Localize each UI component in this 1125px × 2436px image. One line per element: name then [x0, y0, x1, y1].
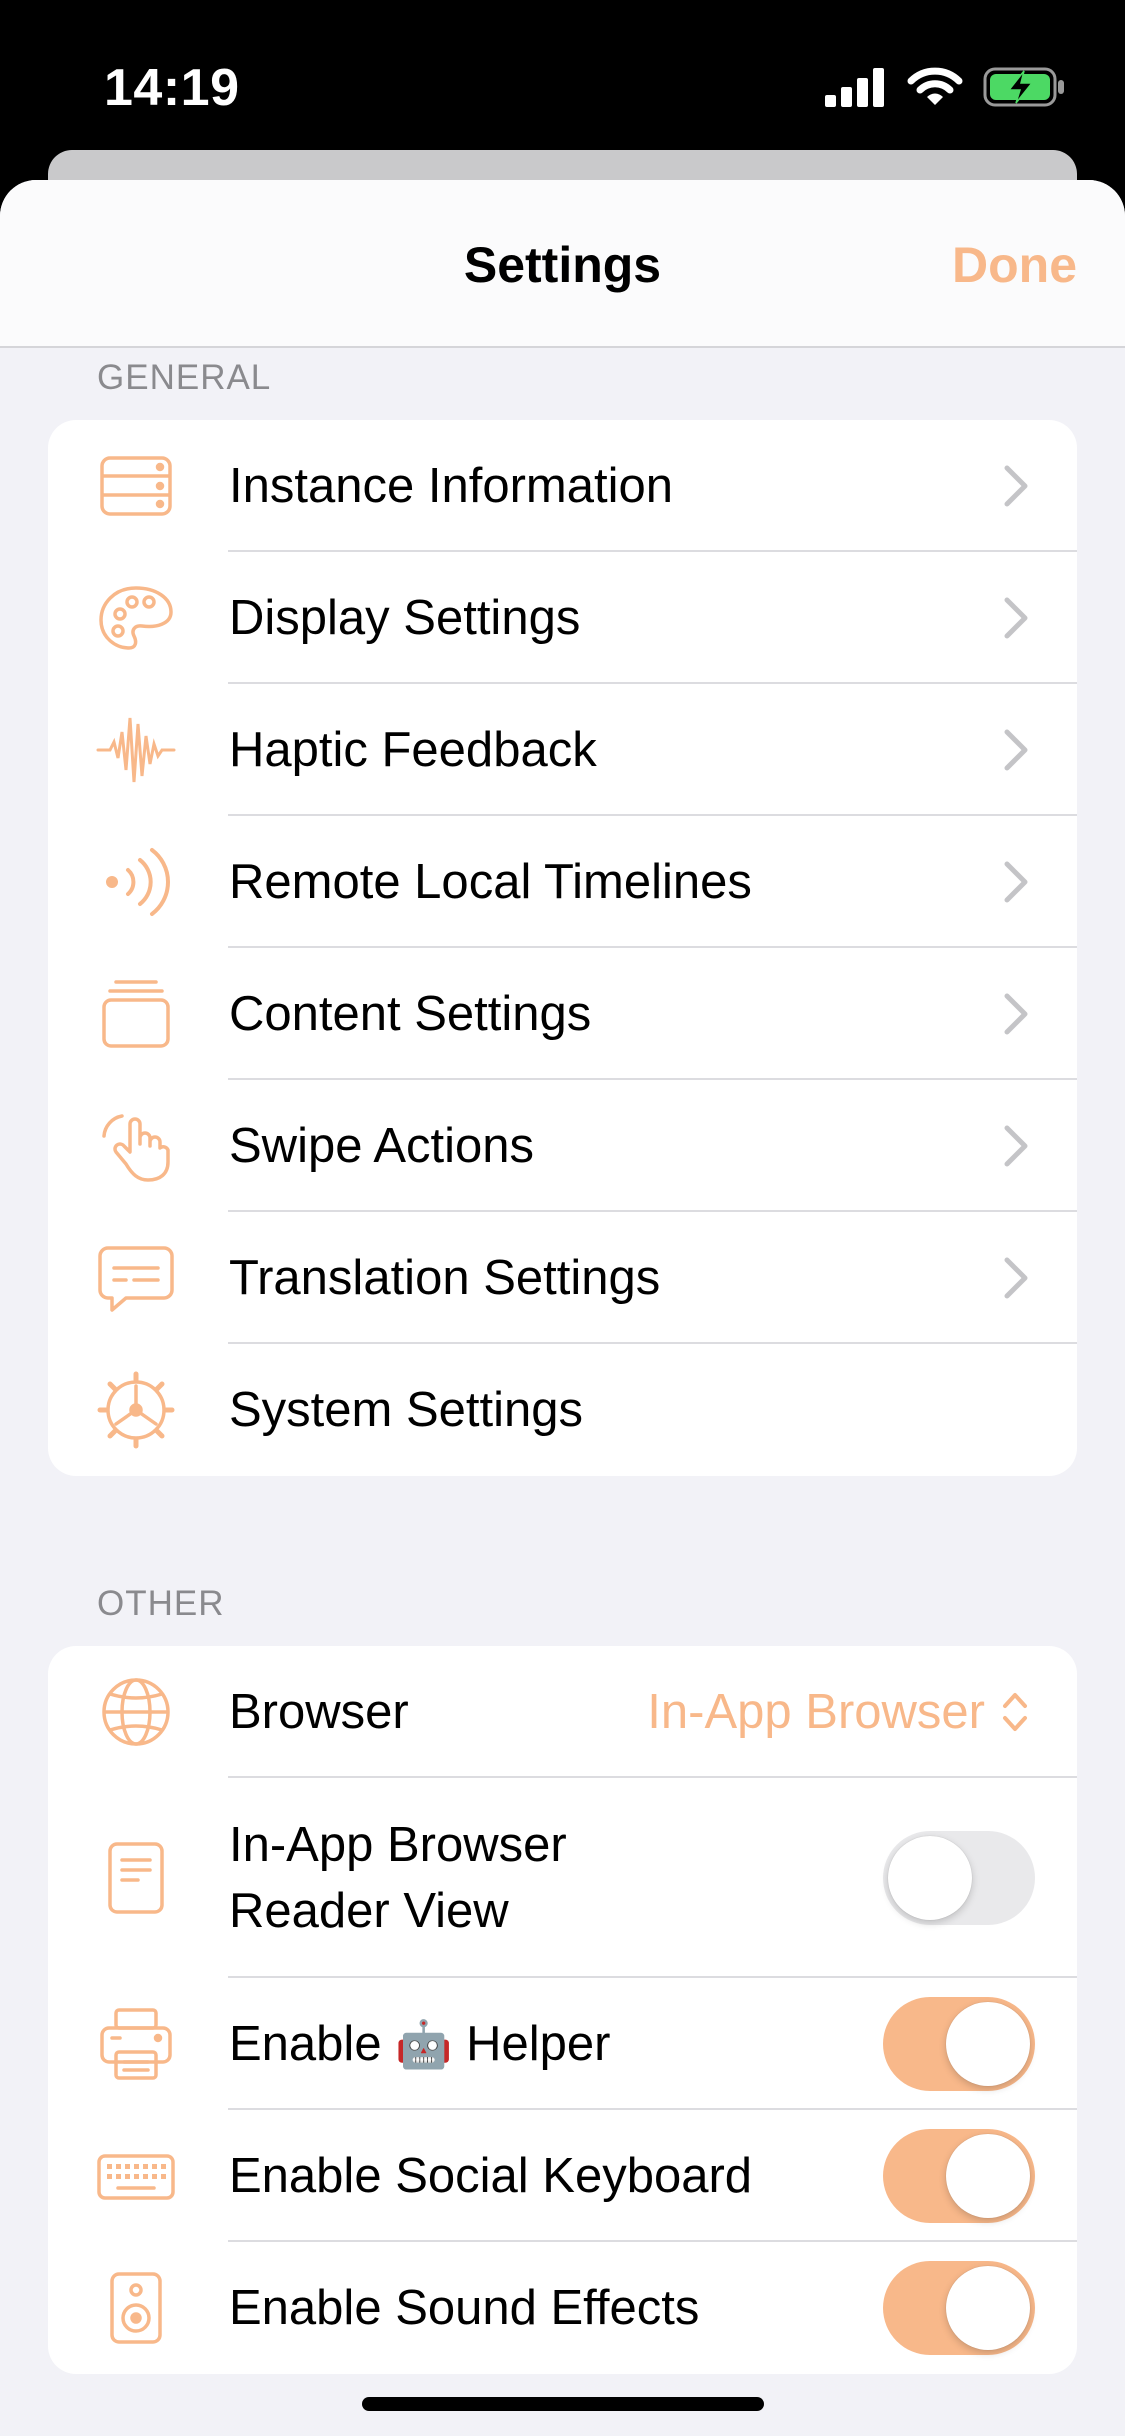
row-label: Haptic Feedback [229, 723, 597, 777]
gear-icon [97, 1371, 175, 1449]
row-label: Enable 🤖 Helper [229, 2011, 610, 2077]
row-haptic-feedback[interactable]: Haptic Feedback [48, 684, 1077, 816]
section-header-general: GENERAL [97, 358, 272, 397]
wifi-icon [907, 67, 963, 105]
cellular-signal-icon [825, 68, 884, 107]
row-label: Content Settings [229, 987, 592, 1041]
settings-sheet: Settings Done GENERAL Instance Informati… [0, 180, 1125, 2436]
palette-icon [99, 586, 173, 650]
other-settings-group: Browser In-App Browser In-App Browser Re… [48, 1646, 1077, 2374]
general-settings-group: Instance Information Display Settings Ha… [48, 420, 1077, 1476]
chevron-right-icon [1004, 993, 1028, 1035]
robot-emoji-icon: 🤖 [395, 2018, 453, 2070]
status-bar: 14:19 [0, 0, 1125, 150]
status-icons [825, 62, 1067, 112]
row-label: Enable Social Keyboard [229, 2149, 753, 2203]
row-label: System Settings [229, 1383, 584, 1437]
status-time: 14:19 [104, 59, 240, 117]
toggle-knob [946, 2134, 1030, 2218]
row-reader-view: In-App Browser Reader View [48, 1778, 1077, 1978]
row-label: Instance Information [229, 459, 673, 513]
chevron-up-down-icon [1003, 1693, 1027, 1731]
server-rack-icon [100, 456, 172, 516]
globe-icon [102, 1678, 170, 1746]
row-label-line: Reader View [229, 1884, 509, 1938]
helper-toggle[interactable] [883, 1997, 1035, 2091]
section-header-other: OTHER [97, 1584, 225, 1623]
row-label: Translation Settings [229, 1251, 661, 1305]
social-keyboard-toggle[interactable] [883, 2129, 1035, 2223]
row-label: Enable Sound Effects [229, 2281, 700, 2335]
row-translation-settings[interactable]: Translation Settings [48, 1212, 1077, 1344]
printer-icon [100, 2008, 172, 2080]
screen: 14:19 Settings Done GENERAL Instance Inf… [0, 0, 1125, 2436]
chevron-right-icon [1004, 465, 1028, 507]
dot-radiowaves-right-icon [106, 848, 170, 916]
battery-charging-icon [983, 67, 1064, 107]
toggle-knob [946, 2266, 1030, 2350]
row-instance-information[interactable]: Instance Information [48, 420, 1077, 552]
chevron-right-icon [1004, 729, 1028, 771]
row-swipe-actions[interactable]: Swipe Actions [48, 1080, 1077, 1212]
waveform-icon [96, 717, 176, 783]
rectangle-stack-icon [102, 980, 170, 1048]
hand-tap-icon [102, 1114, 170, 1182]
row-label: Display Settings [229, 591, 581, 645]
row-browser[interactable]: Browser In-App Browser [48, 1646, 1077, 1778]
row-label-text: Helper [466, 2017, 611, 2071]
reader-view-toggle[interactable] [883, 1831, 1035, 1925]
chevron-right-icon [1004, 1257, 1028, 1299]
row-display-settings[interactable]: Display Settings [48, 552, 1077, 684]
row-enable-helper: Enable 🤖 Helper [48, 1978, 1077, 2110]
sound-effects-toggle[interactable] [883, 2261, 1035, 2355]
keyboard-icon [97, 2154, 175, 2200]
row-remote-local-timelines[interactable]: Remote Local Timelines [48, 816, 1077, 948]
row-enable-social-keyboard: Enable Social Keyboard [48, 2110, 1077, 2242]
row-system-settings[interactable]: System Settings [48, 1344, 1077, 1476]
toggle-knob [888, 1836, 972, 1920]
row-content-settings[interactable]: Content Settings [48, 948, 1077, 1080]
browser-picker-value: In-App Browser [647, 1685, 985, 1739]
row-label-line: In-App Browser [229, 1818, 567, 1872]
row-label: Remote Local Timelines [229, 855, 752, 909]
toggle-knob [946, 2002, 1030, 2086]
done-button[interactable]: Done [952, 236, 1077, 294]
row-label: Swipe Actions [229, 1119, 535, 1173]
chevron-right-icon [1004, 1125, 1028, 1167]
home-indicator[interactable] [362, 2397, 764, 2411]
text-bubble-icon [98, 1246, 174, 1312]
chevron-right-icon [1004, 861, 1028, 903]
doc-plaintext-icon [108, 1842, 164, 1914]
navigation-bar: Settings Done [0, 180, 1125, 348]
row-label: Browser [229, 1685, 409, 1739]
row-label-text: Enable [229, 2017, 382, 2071]
chevron-right-icon [1004, 597, 1028, 639]
speaker-icon [110, 2272, 162, 2344]
browser-picker[interactable]: In-App Browser [647, 1684, 1029, 1740]
row-label: In-App Browser Reader View [229, 1812, 567, 1944]
row-enable-sound-effects: Enable Sound Effects [48, 2242, 1077, 2374]
